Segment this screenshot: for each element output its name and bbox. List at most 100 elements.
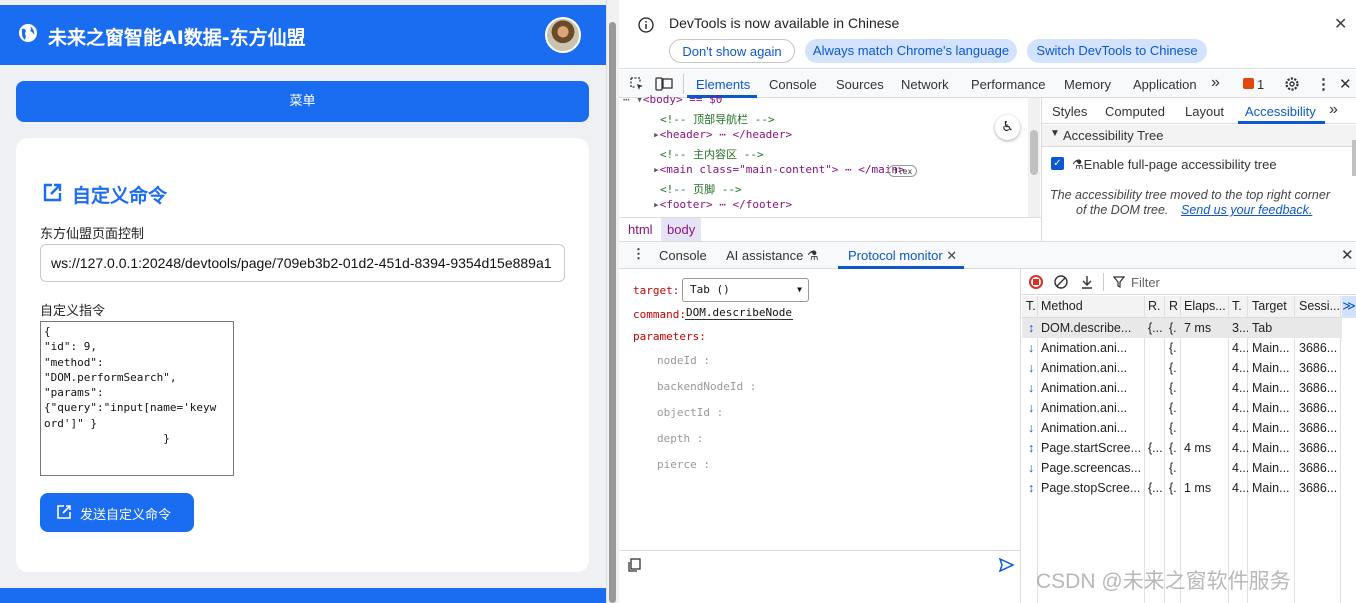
target-label: target:	[633, 284, 680, 297]
close-tab-icon[interactable]: ✕	[946, 248, 957, 263]
param-objectid[interactable]: objectId :	[657, 406, 723, 419]
page-scrollbar-thumb[interactable]	[609, 22, 616, 603]
table-cell: Main...	[1252, 401, 1290, 415]
tab-performance[interactable]: Performance	[971, 77, 1045, 92]
drawer-tab-console[interactable]: Console	[659, 248, 707, 263]
param-nodeid[interactable]: nodeId :	[657, 354, 710, 367]
breadcrumb-html[interactable]: html	[628, 222, 653, 237]
tab-application[interactable]: Application	[1133, 77, 1197, 92]
feedback-link[interactable]: Send us your feedback.	[1181, 203, 1312, 217]
ws-url-input[interactable]: ws://127.0.0.1:20248/devtools/page/709eb…	[40, 244, 565, 282]
filter-input[interactable]: Filter	[1131, 275, 1160, 290]
sidebar-toggle-icon[interactable]: ≫	[1342, 296, 1356, 318]
dom-scrollbar-thumb[interactable]	[1030, 130, 1038, 175]
avatar[interactable]	[545, 17, 581, 53]
table-row[interactable]: ↓ Page.screencas... {. 4... Main... 3686...	[1022, 458, 1356, 478]
side-scrollbar-thumb[interactable]	[1352, 140, 1356, 176]
tab-memory[interactable]: Memory	[1064, 77, 1111, 92]
table-cell: 4...	[1232, 421, 1248, 435]
column-header[interactable]: Target	[1252, 299, 1296, 313]
a11y-full-tree-checkbox[interactable]: ✓	[1051, 157, 1064, 170]
settings-gear-icon[interactable]	[1284, 76, 1300, 92]
direction-arrow-icon: ↓	[1028, 361, 1035, 375]
table-cell: 3686...	[1299, 401, 1338, 415]
dom-line-footer[interactable]: ▸<footer> ⋯ </footer>	[653, 198, 792, 211]
param-backendnodeid[interactable]: backendNodeId :	[657, 380, 756, 393]
accessibility-person-icon[interactable]: ♿	[995, 115, 1020, 140]
tab-network[interactable]: Network	[901, 77, 949, 92]
table-cell: {...	[1148, 481, 1163, 495]
table-row[interactable]: ↓ Animation.ani... {. 4... Main... 3686...	[1022, 418, 1356, 438]
tab-accessibility[interactable]: Accessibility	[1245, 104, 1316, 119]
clear-log-icon[interactable]	[1054, 275, 1068, 289]
drawer-menu-icon[interactable]: ⋮	[632, 246, 645, 262]
table-cell: Animation.ani...	[1041, 341, 1128, 355]
table-row[interactable]: ↓ Animation.ani... {. 4... Main... 3686...	[1022, 358, 1356, 378]
app-header: 未来之窗智能AI数据-东方仙盟	[0, 5, 606, 65]
issues-count[interactable]: 1	[1257, 77, 1264, 92]
column-header[interactable]: Sessi...	[1299, 299, 1339, 313]
command-input[interactable]: DOM.describeNode	[685, 306, 793, 320]
device-toolbar-icon[interactable]	[655, 76, 673, 92]
direction-arrow-icon: ↓	[1028, 421, 1035, 435]
send-command-icon[interactable]	[999, 558, 1014, 572]
table-cell: 3686...	[1299, 481, 1338, 495]
param-pierce[interactable]: pierce :	[657, 458, 710, 471]
a11y-note-2: of the DOM tree.	[1076, 203, 1169, 217]
tab-console[interactable]: Console	[769, 77, 817, 92]
watermark: CSDN @未来之窗软件服务	[1036, 570, 1291, 593]
table-cell: {...	[1148, 321, 1163, 335]
column-header[interactable]: T.	[1232, 299, 1248, 313]
dom-line-main[interactable]: ▸<main class="main-content"> ⋯ </main>	[653, 163, 905, 176]
tab-computed[interactable]: Computed	[1105, 104, 1165, 119]
tab-elements[interactable]: Elements	[696, 77, 750, 92]
dom-line-header[interactable]: ▸<header> ⋯ </header>	[653, 128, 792, 141]
breadcrumb-body[interactable]: body	[661, 218, 702, 241]
dont-show-again-button[interactable]: Don't show again	[669, 39, 795, 63]
external-link-icon	[43, 183, 62, 202]
collapse-triangle-icon[interactable]: ▼	[1050, 128, 1060, 139]
table-row[interactable]: ↓ Animation.ani... {. 4... Main... 3686...	[1022, 338, 1356, 358]
issues-icon[interactable]	[1243, 78, 1254, 89]
globe-icon	[19, 24, 37, 42]
close-devtools-icon[interactable]: ✕	[1339, 75, 1352, 93]
card-title: 自定义命令	[72, 185, 168, 207]
more-options-icon[interactable]: ⋮	[1316, 75, 1331, 93]
tab-sources[interactable]: Sources	[836, 77, 884, 92]
direction-arrow-icon: ↓	[1028, 461, 1035, 475]
drawer-tab-ai-assistance[interactable]: AI assistance ⚗	[726, 248, 819, 264]
tab-layout[interactable]: Layout	[1185, 104, 1224, 119]
close-drawer-icon[interactable]: ✕	[1341, 246, 1354, 264]
table-cell: 3686...	[1299, 341, 1338, 355]
more-tabs-chevron-icon[interactable]: »	[1211, 74, 1220, 92]
param-depth[interactable]: depth :	[657, 432, 703, 445]
more-side-tabs-chevron-icon[interactable]: »	[1329, 101, 1338, 119]
table-cell: Tab	[1252, 321, 1273, 335]
dom-line-body[interactable]: ⋯ ▾<body> == $0	[623, 93, 722, 106]
table-cell: 4 ms	[1184, 441, 1212, 455]
record-stop-icon[interactable]	[1029, 275, 1043, 289]
download-icon[interactable]	[1080, 275, 1094, 289]
table-row[interactable]: ↓ Animation.ani... {. 4... Main... 3686...	[1022, 378, 1356, 398]
table-cell: Main...	[1252, 361, 1290, 375]
close-infobar-icon[interactable]: ✕	[1334, 14, 1347, 33]
column-header[interactable]: Elaps...	[1184, 299, 1228, 313]
table-row[interactable]: ↕ Page.startScree... {... {. 4 ms 4... Main...…	[1022, 438, 1356, 458]
table-cell: {.	[1169, 381, 1177, 395]
table-row[interactable]: ↓ Animation.ani... {. 4... Main... 3686...	[1022, 398, 1356, 418]
column-header[interactable]: Method	[1041, 299, 1145, 313]
inspect-element-icon[interactable]	[629, 76, 645, 92]
target-select[interactable]: Tab () ▼	[682, 278, 809, 302]
table-cell: Page.stopScree...	[1041, 481, 1141, 495]
custom-cmd-textarea[interactable]: { "id": 9, "method": "DOM.performSearch"…	[40, 321, 234, 476]
menu-button[interactable]: 菜单	[16, 81, 589, 122]
table-row[interactable]: ↕ Page.stopScree... {... {. 1 ms 4... Main... 3…	[1022, 478, 1356, 498]
copy-icon[interactable]	[627, 558, 641, 572]
tab-styles[interactable]: Styles	[1052, 104, 1087, 119]
drawer-tab-protocol-monitor[interactable]: Protocol monitor ✕	[848, 248, 957, 264]
send-custom-command-button[interactable]: 发送自定义命令	[40, 493, 194, 532]
table-row[interactable]: ↕ DOM.describe... {... {. 7 ms 3... Tab	[1022, 318, 1356, 338]
always-match-language-button[interactable]: Always match Chrome's language	[805, 39, 1017, 63]
flex-badge[interactable]: flex	[888, 165, 918, 177]
switch-to-chinese-button[interactable]: Switch DevTools to Chinese	[1027, 39, 1207, 63]
